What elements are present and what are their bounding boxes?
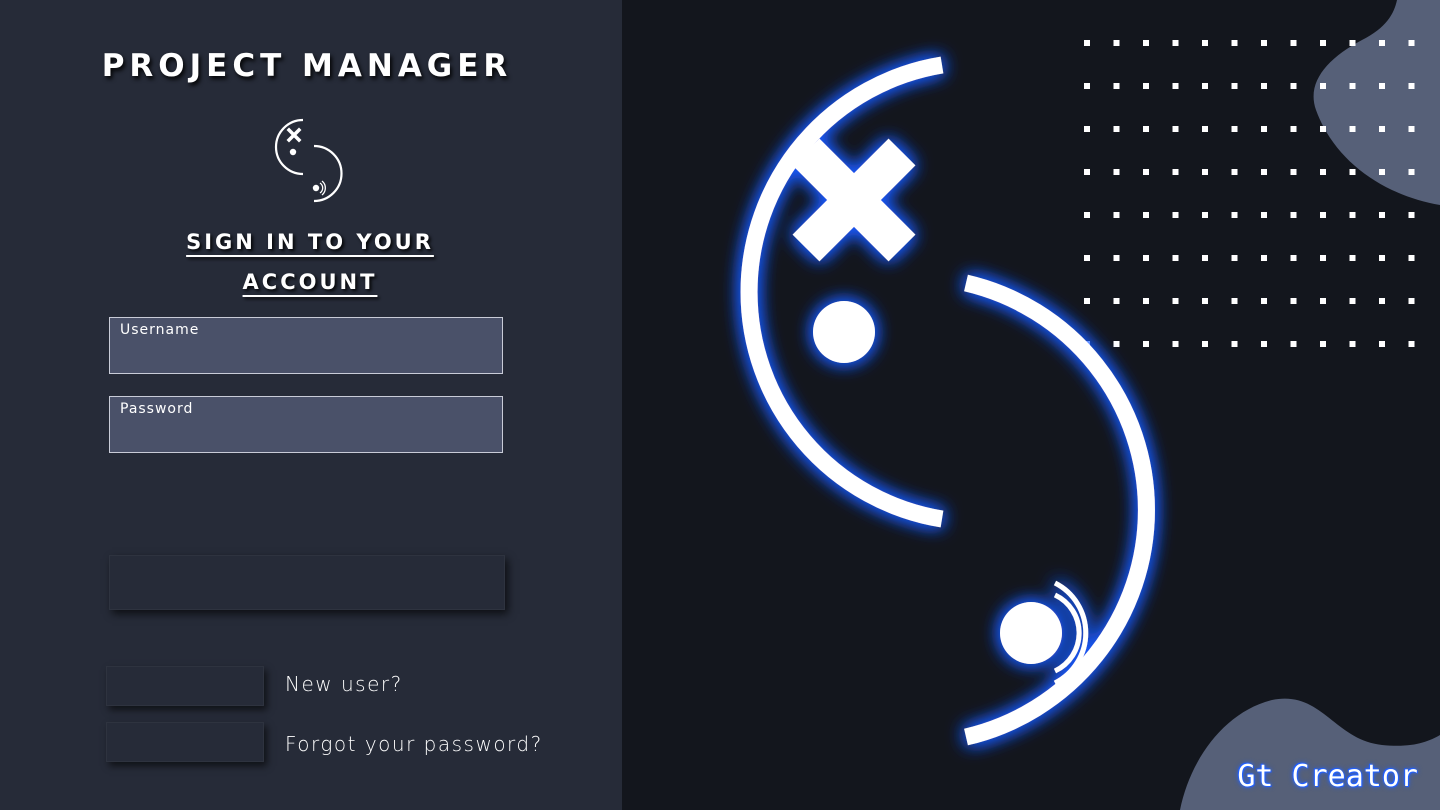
username-label: Username xyxy=(120,322,200,338)
app-logo-icon xyxy=(274,118,343,203)
brand-panel: Gt Creator xyxy=(622,0,1440,810)
brand-artwork xyxy=(740,0,1440,810)
app-title: PROJECT MANAGER xyxy=(101,48,513,84)
password-field[interactable]: Password xyxy=(109,396,503,453)
signin-heading: SIGN IN TO YOUR ACCOUNT xyxy=(150,222,470,302)
creator-credit: Gt Creator xyxy=(1237,759,1418,794)
login-panel: PROJECT MANAGER SIGN IN TO YOUR ACCOUNT … xyxy=(0,0,622,810)
signin-heading-line-2: ACCOUNT xyxy=(242,270,378,294)
password-input[interactable] xyxy=(120,421,494,449)
dot-grid xyxy=(1084,40,1424,370)
forgot-password-link[interactable]: Forgot your password? xyxy=(285,732,543,756)
username-input[interactable] xyxy=(120,342,494,370)
new-user-link[interactable]: New user? xyxy=(285,672,403,696)
signin-heading-line-1: SIGN IN TO YOUR xyxy=(186,230,434,254)
username-field[interactable]: Username xyxy=(109,317,503,374)
sign-in-button[interactable] xyxy=(109,555,505,610)
password-label: Password xyxy=(120,401,194,417)
forgot-password-button[interactable] xyxy=(106,722,264,762)
new-user-button[interactable] xyxy=(106,666,264,706)
